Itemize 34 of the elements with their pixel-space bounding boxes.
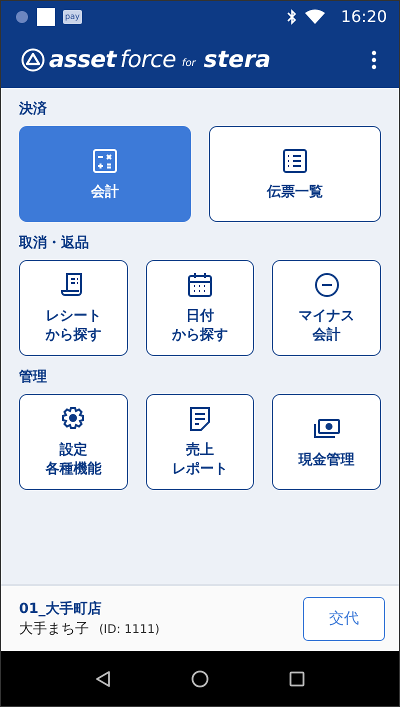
calendar-icon xyxy=(186,271,214,300)
switch-user-button[interactable]: 交代 xyxy=(303,596,385,640)
logo-text: for xyxy=(182,58,196,68)
list-icon xyxy=(281,146,309,175)
more-menu-icon[interactable] xyxy=(371,50,377,70)
menu-tile-button[interactable]: レシート から探す xyxy=(19,260,128,356)
section-title: 取消・返品 xyxy=(19,234,90,252)
menu-tile-button[interactable]: 伝票一覧 xyxy=(209,126,381,222)
logo-icon xyxy=(21,48,45,72)
menu-tile-button[interactable]: 売上 レポート xyxy=(146,394,254,490)
wifi-icon xyxy=(304,9,325,24)
minus-circle-icon xyxy=(312,271,341,300)
menu-tile-button[interactable]: 日付 から探す xyxy=(146,260,254,356)
square-icon xyxy=(37,8,55,26)
app-badge-icon: pay xyxy=(63,10,82,24)
menu-tile-button[interactable]: 会計 xyxy=(19,126,191,222)
user-name: 大手まち子 xyxy=(19,620,89,638)
logo-text: force xyxy=(120,47,176,73)
menu-tile-button[interactable]: 現金管理 xyxy=(272,394,381,490)
user-id: (ID: 1111) xyxy=(99,622,160,636)
menu-tile-button[interactable]: 設定 各種機能 xyxy=(19,394,128,490)
menu-tile-button[interactable]: マイナス 会計 xyxy=(272,260,381,356)
logo-text: stera xyxy=(204,47,271,73)
home-icon[interactable] xyxy=(191,670,209,688)
bluetooth-icon xyxy=(286,8,297,24)
logo-text: asset xyxy=(49,47,116,73)
recent-apps-icon[interactable] xyxy=(289,670,305,686)
notification-dot-icon xyxy=(15,10,29,24)
store-name: 01_大手町店 xyxy=(19,600,102,618)
back-icon[interactable] xyxy=(95,670,111,688)
section-title: 管理 xyxy=(19,368,48,386)
clock-time: 16:20 xyxy=(340,7,387,26)
section-title: 決済 xyxy=(19,100,48,118)
calculator-icon xyxy=(91,146,119,175)
